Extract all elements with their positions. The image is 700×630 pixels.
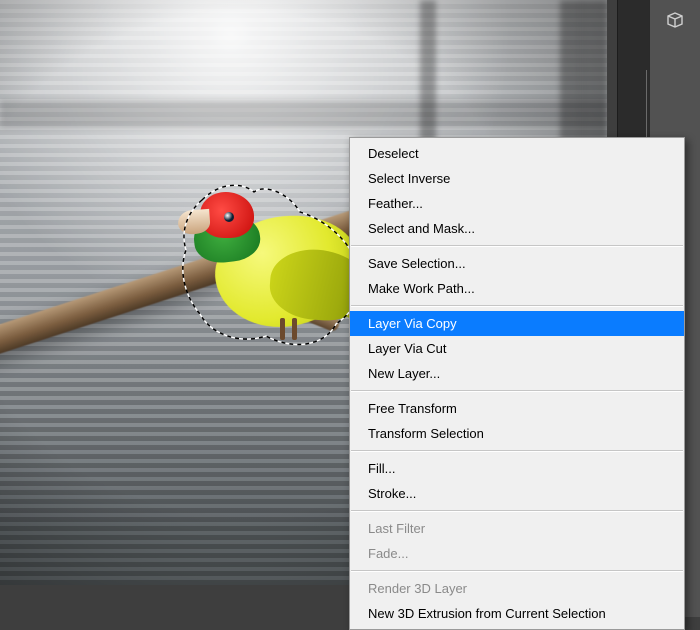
menu-item-deselect[interactable]: Deselect bbox=[350, 141, 684, 166]
menu-separator bbox=[351, 450, 683, 452]
menu-item-select-and-mask[interactable]: Select and Mask... bbox=[350, 216, 684, 241]
menu-item-save-selection[interactable]: Save Selection... bbox=[350, 251, 684, 276]
menu-item-make-work-path[interactable]: Make Work Path... bbox=[350, 276, 684, 301]
menu-separator bbox=[351, 305, 683, 307]
menu-separator bbox=[351, 570, 683, 572]
menu-item-feather[interactable]: Feather... bbox=[350, 191, 684, 216]
menu-separator bbox=[351, 245, 683, 247]
menu-item-transform-selection[interactable]: Transform Selection bbox=[350, 421, 684, 446]
menu-item-render-3d-layer: Render 3D Layer bbox=[350, 576, 684, 601]
menu-item-free-transform[interactable]: Free Transform bbox=[350, 396, 684, 421]
menu-item-select-inverse[interactable]: Select Inverse bbox=[350, 166, 684, 191]
workspace: DeselectSelect InverseFeather...Select a… bbox=[0, 0, 700, 617]
menu-item-layer-via-cut[interactable]: Layer Via Cut bbox=[350, 336, 684, 361]
menu-item-layer-via-copy[interactable]: Layer Via Copy bbox=[350, 311, 684, 336]
3d-panel-button[interactable] bbox=[657, 6, 693, 34]
menu-item-last-filter: Last Filter bbox=[350, 516, 684, 541]
menu-item-fill[interactable]: Fill... bbox=[350, 456, 684, 481]
menu-item-new-layer[interactable]: New Layer... bbox=[350, 361, 684, 386]
menu-separator bbox=[351, 390, 683, 392]
3d-panel-icon bbox=[664, 11, 686, 29]
menu-item-new-3d-extrusion-from-current-selection[interactable]: New 3D Extrusion from Current Selection bbox=[350, 601, 684, 626]
menu-item-stroke[interactable]: Stroke... bbox=[350, 481, 684, 506]
context-menu[interactable]: DeselectSelect InverseFeather...Select a… bbox=[349, 137, 685, 630]
menu-separator bbox=[351, 510, 683, 512]
menu-item-fade: Fade... bbox=[350, 541, 684, 566]
